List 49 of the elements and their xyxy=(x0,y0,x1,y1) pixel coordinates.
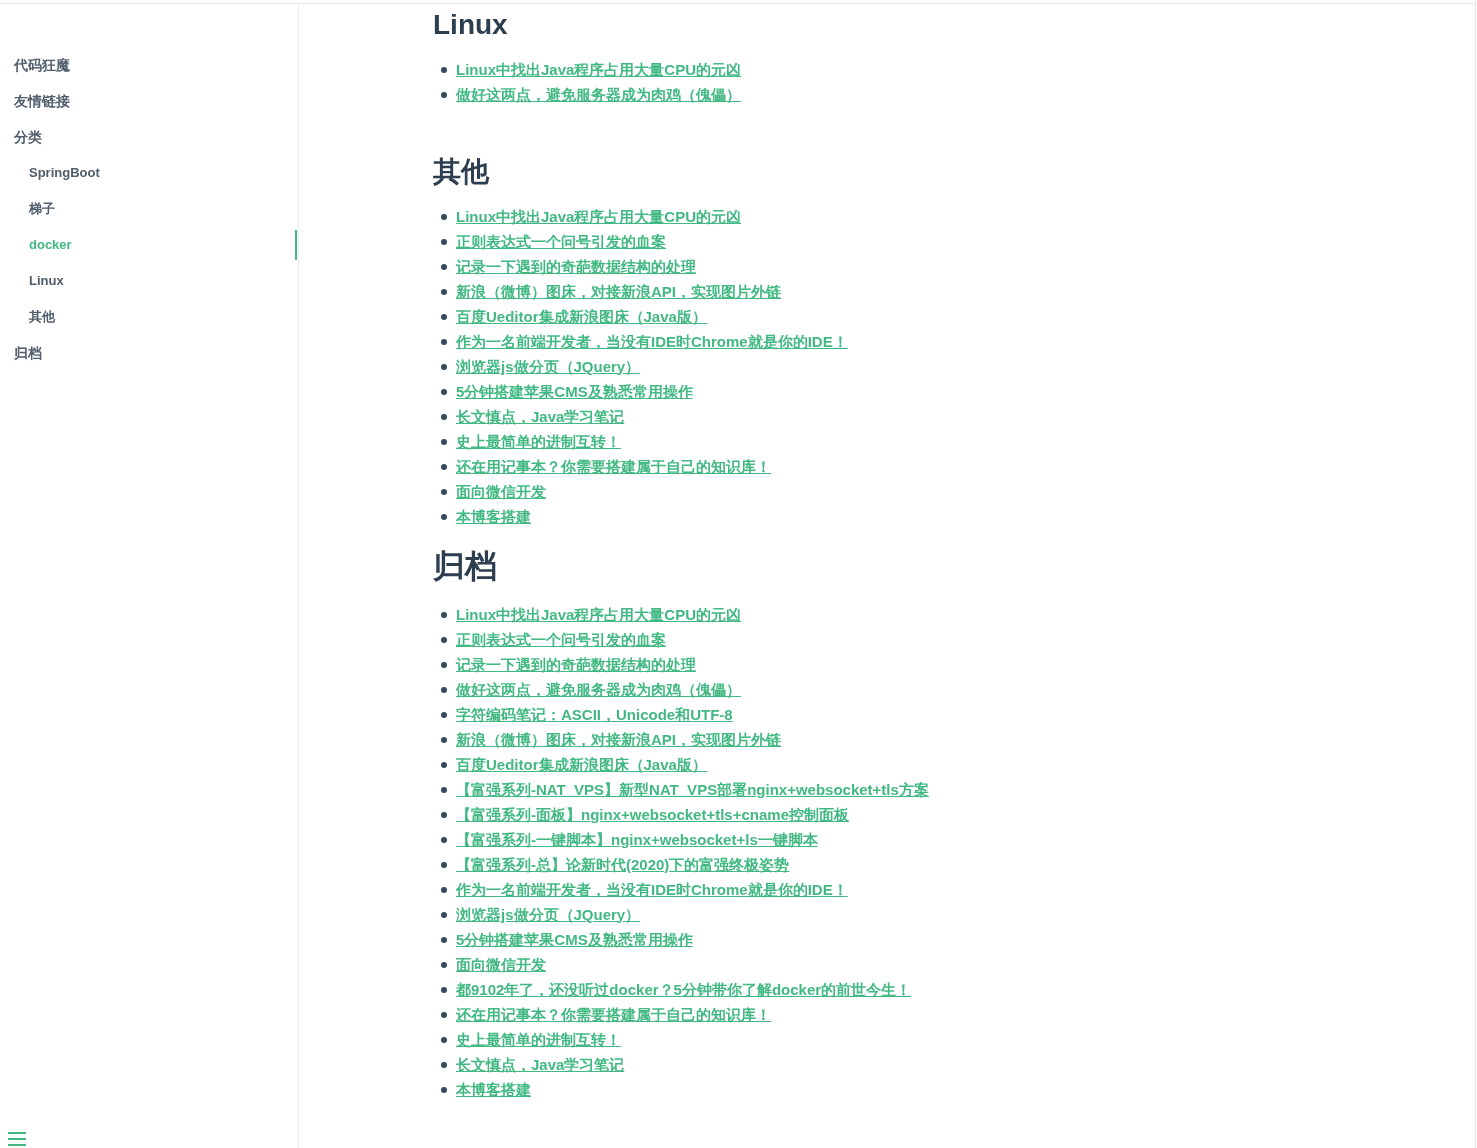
bullet-icon xyxy=(441,636,447,643)
section-heading: Linux xyxy=(433,8,508,42)
section-heading: 归档 xyxy=(433,547,497,586)
bullet-icon xyxy=(441,661,447,668)
bullet-icon xyxy=(441,463,447,470)
bullet-icon xyxy=(441,836,447,843)
sidebar-link[interactable]: 分类 xyxy=(14,127,42,147)
sidebar-link[interactable]: 友情链接 xyxy=(14,91,70,111)
bullet-icon xyxy=(441,1086,447,1093)
bullet-icon xyxy=(441,263,447,270)
bullet-icon xyxy=(441,786,447,793)
sidebar-link[interactable]: 其他 xyxy=(29,307,55,327)
sidebar-link[interactable]: Linux xyxy=(29,271,64,291)
menu-icon[interactable] xyxy=(8,1131,26,1147)
bullet-icon xyxy=(441,213,447,220)
bullet-icon xyxy=(441,413,447,420)
sidebar-link[interactable]: docker xyxy=(29,235,72,255)
bullet-icon xyxy=(441,488,447,495)
bullet-icon xyxy=(441,911,447,918)
sidebar-link[interactable]: 代码狂魔 xyxy=(14,55,70,75)
bullet-icon xyxy=(441,363,447,370)
bullet-icon xyxy=(441,936,447,943)
bullet-icon xyxy=(441,761,447,768)
bullet-icon xyxy=(441,861,447,868)
bullet-icon xyxy=(441,711,447,718)
bullet-icon xyxy=(441,438,447,445)
bullet-icon xyxy=(441,338,447,345)
bullet-icon xyxy=(441,961,447,968)
bullet-icon xyxy=(441,388,447,395)
sidebar-link[interactable]: SpringBoot xyxy=(29,163,100,183)
bullet-icon xyxy=(441,811,447,818)
bullet-icon xyxy=(441,1011,447,1018)
bullet-icon xyxy=(441,1061,447,1068)
bullet-icon xyxy=(441,513,447,520)
bullet-icon xyxy=(441,986,447,993)
active-indicator xyxy=(295,230,297,260)
bullet-icon xyxy=(441,288,447,295)
bullet-icon xyxy=(441,238,447,245)
bullet-icon xyxy=(441,66,447,73)
bullet-icon xyxy=(441,91,447,98)
bullet-icon xyxy=(441,686,447,693)
sidebar-link[interactable]: 梯子 xyxy=(29,199,55,219)
bullet-icon xyxy=(441,736,447,743)
bullet-icon xyxy=(441,1036,447,1043)
bullet-icon xyxy=(441,313,447,320)
bullet-icon xyxy=(441,611,447,618)
section-heading: 其他 xyxy=(433,155,489,189)
sidebar-link[interactable]: 归档 xyxy=(14,343,42,363)
bullet-icon xyxy=(441,886,447,893)
